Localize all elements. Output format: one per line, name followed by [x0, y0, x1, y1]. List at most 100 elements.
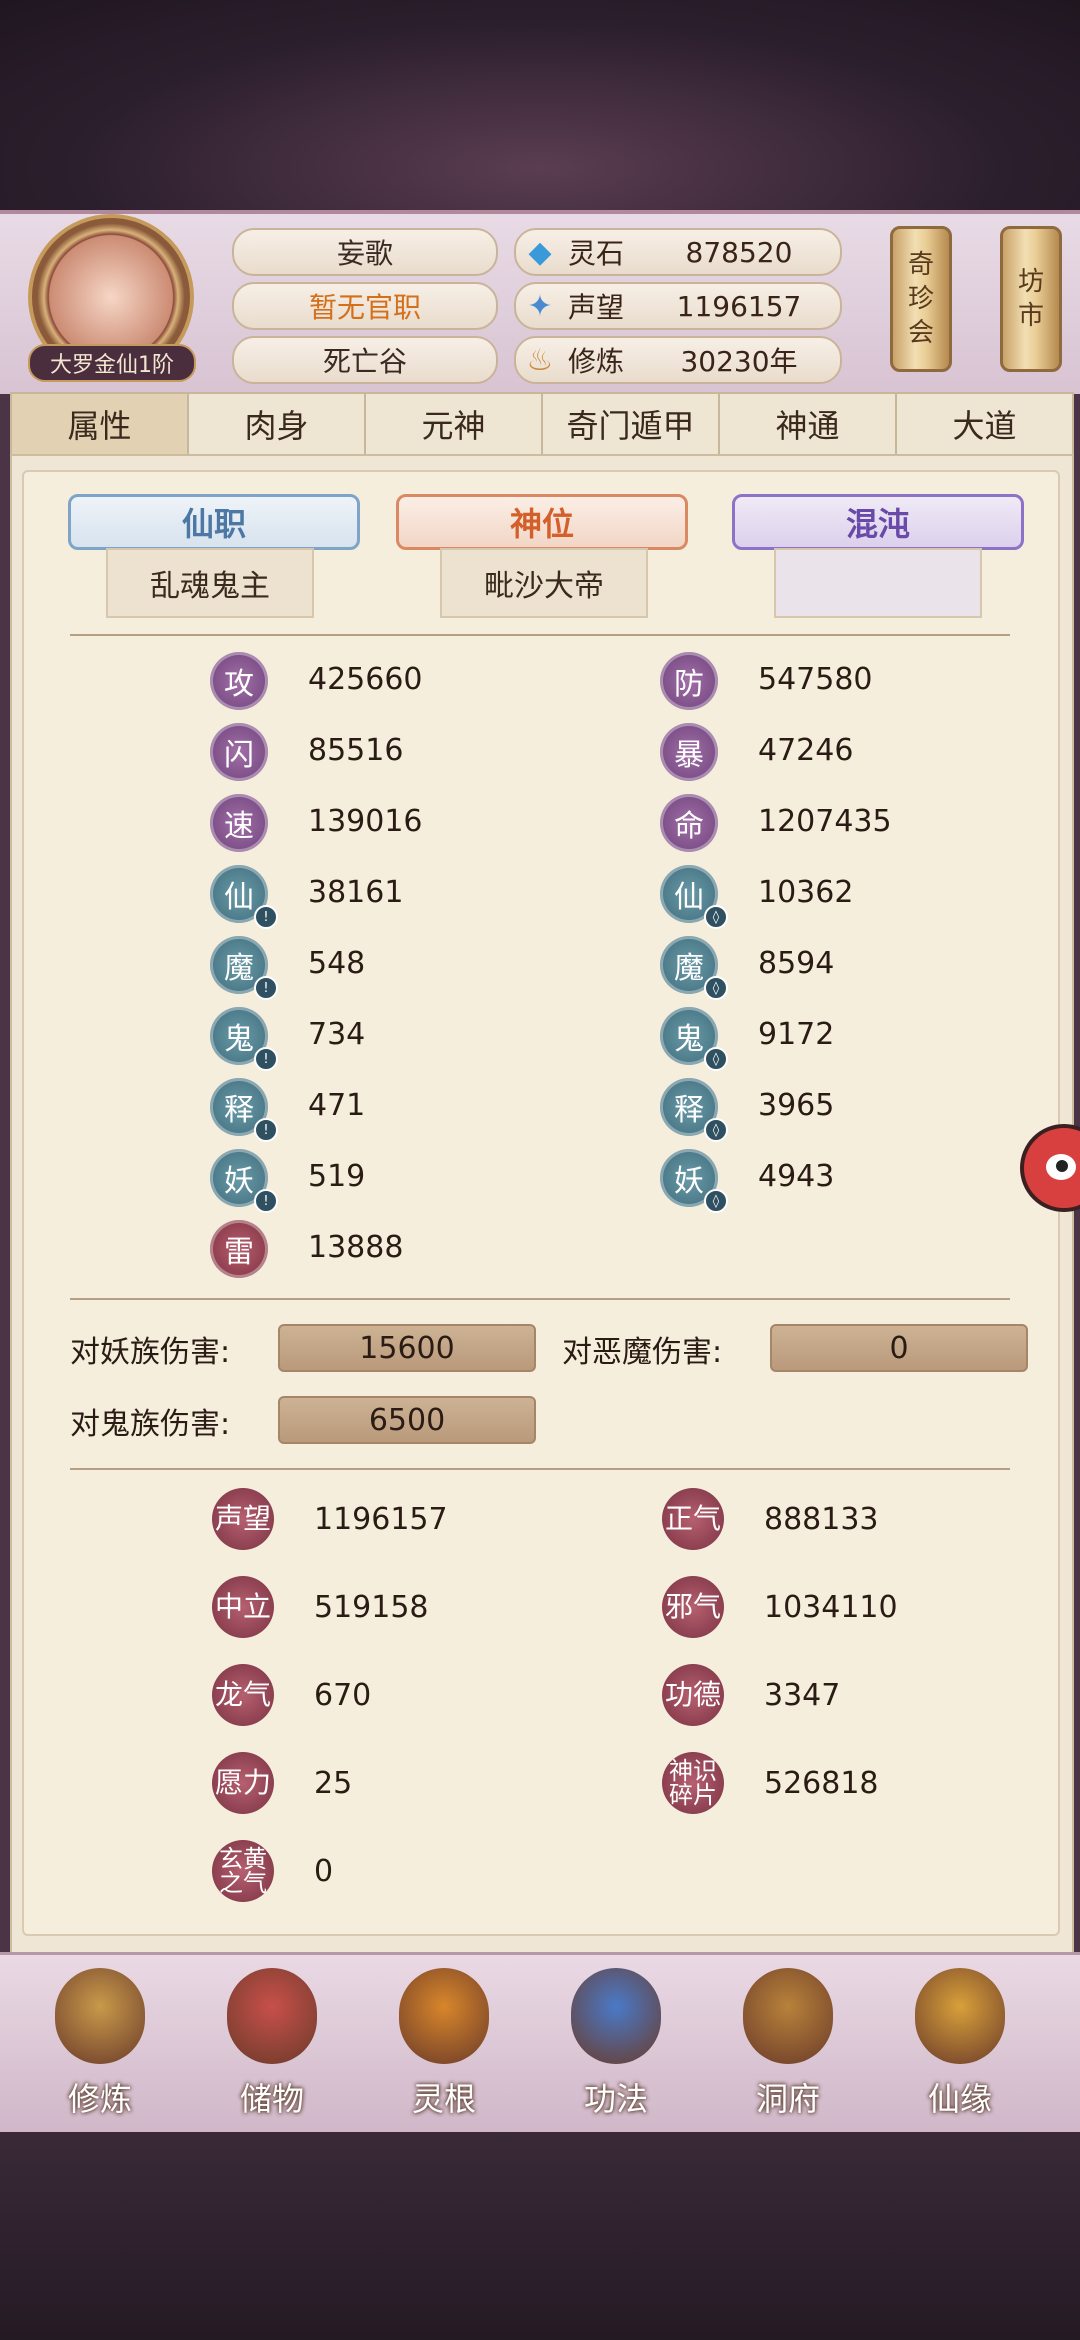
left-stat-icon: 速: [210, 794, 268, 852]
misc_left-attribute-value: 670: [314, 1678, 372, 1713]
vs-ghost-race-value: 6500: [278, 1396, 536, 1444]
misc_right-attribute-value: 526818: [764, 1766, 879, 1801]
left-stat-value: 13888: [308, 1230, 404, 1265]
cultivation-counter: ♨ 修炼 30230年: [514, 336, 842, 384]
divider: [70, 1298, 1010, 1300]
misc_left-attribute-icon: 声望: [212, 1488, 274, 1550]
market-button[interactable]: 坊 市: [1000, 226, 1062, 372]
left-stat-value: 425660: [308, 662, 423, 697]
misc_left-attribute-value: 1196157: [314, 1502, 448, 1537]
nav-cave-house[interactable]: 洞府: [713, 1962, 863, 2122]
attack-badge-icon: !: [254, 1047, 278, 1071]
top-backdrop: [0, 0, 1080, 210]
misc_right-attribute-value: 3347: [764, 1678, 841, 1713]
divider: [70, 1468, 1010, 1470]
nav-spirit-root[interactable]: 灵根: [369, 1962, 519, 2122]
immortal-post-banner[interactable]: 仙职: [68, 494, 360, 550]
attribute-panel-inner: [22, 470, 1060, 1936]
rank-badge: 大罗金仙1阶: [28, 344, 196, 382]
nav-label: 功法: [583, 2080, 648, 2118]
reputation-counter: ✦ 声望 1196157: [514, 282, 842, 330]
tab-qimen[interactable]: 奇门遁甲: [543, 394, 720, 454]
left-stat-value: 139016: [308, 804, 423, 839]
chaos-banner[interactable]: 混沌: [732, 494, 1024, 550]
attack-badge-icon: !: [254, 976, 278, 1000]
left-stat-icon: 闪: [210, 723, 268, 781]
storage-bag-icon: [227, 1968, 317, 2064]
player-name: 妄歌: [232, 228, 498, 276]
defense-badge-icon: ◊: [704, 1189, 728, 1213]
nav-technique-book[interactable]: 功法: [541, 1962, 691, 2122]
cultivation-icon: ♨: [526, 342, 554, 378]
tab-powers[interactable]: 神通: [720, 394, 897, 454]
nav-label: 仙缘: [927, 2080, 992, 2118]
misc_left-attribute-icon: 愿力: [212, 1752, 274, 1814]
official-position: 暂无官职: [232, 282, 498, 330]
misc_right-attribute-icon: 神识碎片: [662, 1752, 724, 1814]
misc_right-attribute-icon: 正气: [662, 1488, 724, 1550]
misc_left-attribute-value: 519158: [314, 1590, 429, 1625]
immortal-post-value: 乱魂鬼主: [106, 548, 314, 618]
divider: [70, 634, 1010, 636]
nav-immortal-fate[interactable]: 仙缘: [885, 1962, 1035, 2122]
left-stat-icon: 雷: [210, 1220, 268, 1278]
divine-rank-value: 毗沙大帝: [440, 548, 648, 618]
immortal-fate-icon: [915, 1968, 1005, 2064]
tab-body[interactable]: 肉身: [189, 394, 366, 454]
right-stat-value: 8594: [758, 946, 835, 981]
spirit-stone-icon: ◆: [528, 234, 552, 270]
attack-badge-icon: !: [254, 905, 278, 929]
vs-demon-race-label: 对妖族伤害:: [70, 1335, 231, 1370]
chaos-value: [774, 548, 982, 618]
right-stat-value: 9172: [758, 1017, 835, 1052]
misc_left-attribute-value: 25: [314, 1766, 353, 1801]
cultivate-icon: [55, 1968, 145, 2064]
misc_right-attribute-icon: 邪气: [662, 1576, 724, 1638]
tab-spirit[interactable]: 元神: [366, 394, 543, 454]
misc_left-attribute-icon: 中立: [212, 1576, 274, 1638]
nav-storage-bag[interactable]: 储物: [197, 1962, 347, 2122]
misc_left-attribute-icon: 龙气: [212, 1664, 274, 1726]
right-stat-icon: 命: [660, 794, 718, 852]
vs-evil-demon-value: 0: [770, 1324, 1028, 1372]
location: 死亡谷: [232, 336, 498, 384]
misc_right-attribute-value: 888133: [764, 1502, 879, 1537]
left-stat-value: 548: [308, 946, 366, 981]
vs-ghost-race-label: 对鬼族伤害:: [70, 1407, 231, 1442]
vs-demon-race-value: 15600: [278, 1324, 536, 1372]
attack-badge-icon: !: [254, 1118, 278, 1142]
defense-badge-icon: ◊: [704, 1118, 728, 1142]
treasure-auction-button[interactable]: 奇 珍 会: [890, 226, 952, 372]
nav-label: 灵根: [411, 2080, 476, 2118]
right-stat-value: 547580: [758, 662, 873, 697]
nav-label: 修炼: [67, 2080, 132, 2118]
nav-label: 洞府: [755, 2080, 820, 2118]
tab-dao[interactable]: 大道: [897, 394, 1072, 454]
defense-badge-icon: ◊: [704, 1047, 728, 1071]
left-stat-value: 471: [308, 1088, 366, 1123]
defense-badge-icon: ◊: [704, 905, 728, 929]
cave-house-icon: [743, 1968, 833, 2064]
misc_right-attribute-value: 1034110: [764, 1590, 898, 1625]
divine-rank-banner[interactable]: 神位: [396, 494, 688, 550]
nav-cultivate[interactable]: 修炼: [25, 1962, 175, 2122]
right-stat-value: 10362: [758, 875, 854, 910]
right-stat-value: 4943: [758, 1159, 835, 1194]
bottom-backdrop: [0, 2132, 1080, 2340]
right-stat-value: 3965: [758, 1088, 835, 1123]
misc_right-attribute-icon: 功德: [662, 1664, 724, 1726]
vs-evil-demon-label: 对恶魔伤害:: [562, 1335, 723, 1370]
misc_left-attribute-icon: 玄黄之气: [212, 1840, 274, 1902]
attack-badge-icon: !: [254, 1189, 278, 1213]
tab-attributes[interactable]: 属性: [12, 394, 189, 454]
misc_left-attribute-value: 0: [314, 1854, 334, 1889]
reputation-icon: ✦: [527, 288, 553, 324]
left-stat-value: 38161: [308, 875, 404, 910]
left-stat-value: 519: [308, 1159, 366, 1194]
spirit-stone-counter: ◆ 灵石 878520: [514, 228, 842, 276]
spirit-root-icon: [399, 1968, 489, 2064]
right-stat-value: 1207435: [758, 804, 892, 839]
left-stat-value: 85516: [308, 733, 404, 768]
left-stat-value: 734: [308, 1017, 366, 1052]
defense-badge-icon: ◊: [704, 976, 728, 1000]
